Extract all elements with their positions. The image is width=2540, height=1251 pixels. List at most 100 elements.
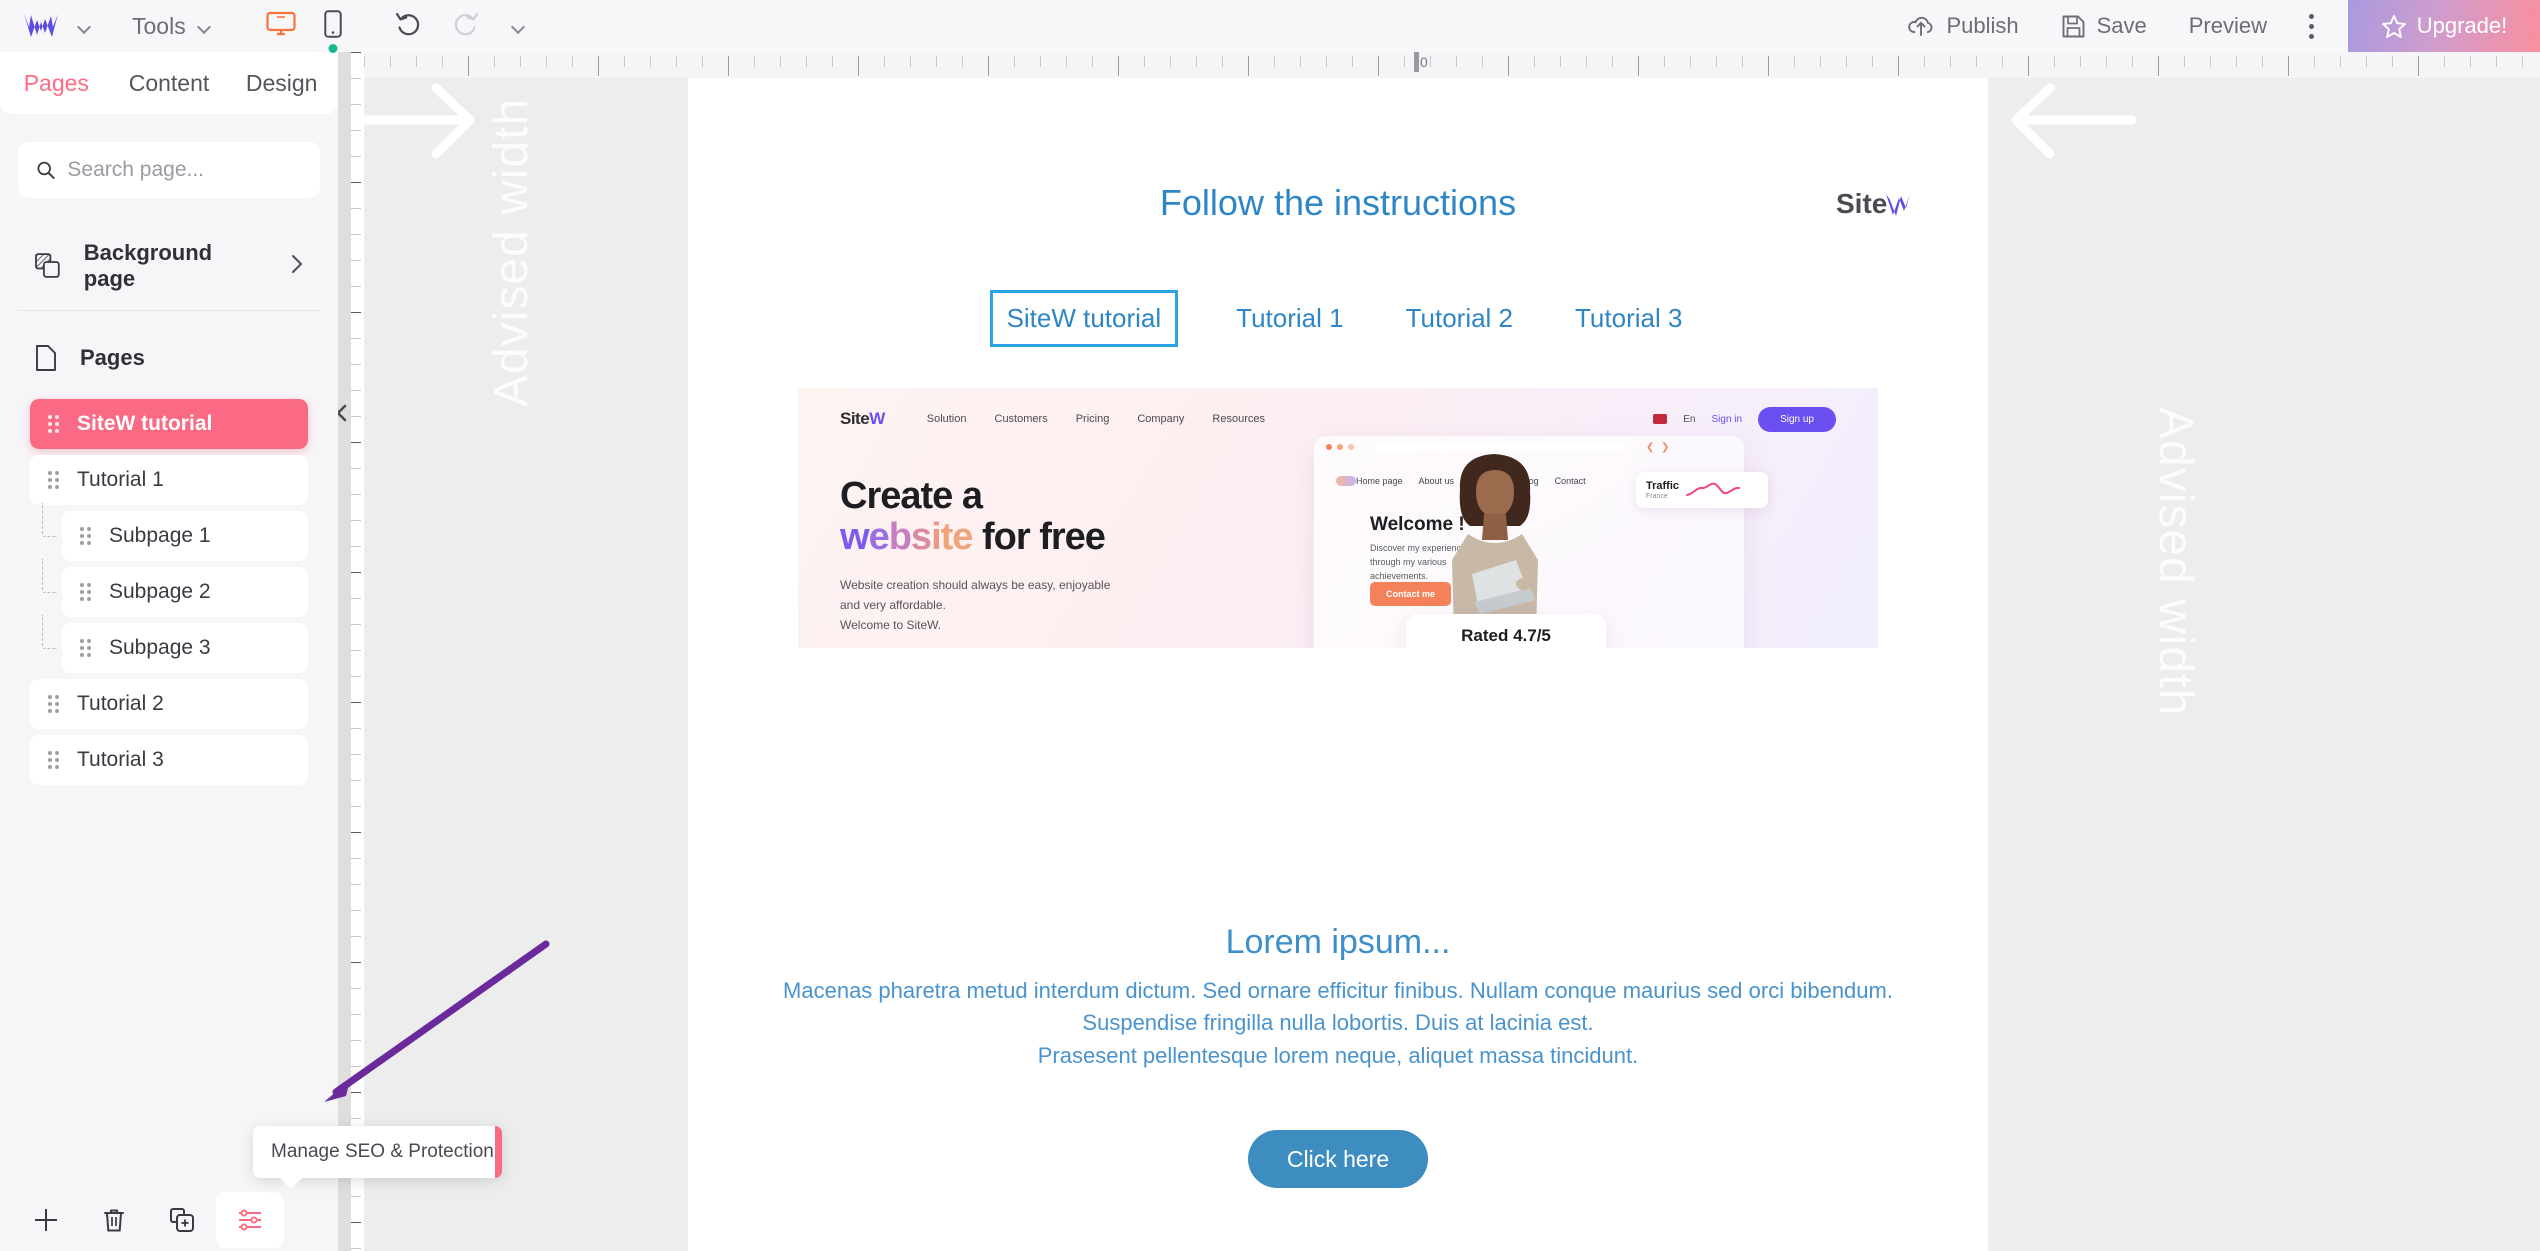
delete-page-button[interactable] bbox=[80, 1192, 148, 1248]
mock-headline-rest: for free bbox=[972, 516, 1106, 559]
arrow-right-icon bbox=[349, 83, 475, 159]
page-item-tutorial-3[interactable]: Tutorial 3 bbox=[30, 735, 308, 785]
page-tab-tutorial-1[interactable]: Tutorial 1 bbox=[1232, 295, 1347, 342]
page-title: Follow the instructions bbox=[1159, 182, 1517, 223]
mock-nav-link[interactable]: Solution bbox=[927, 413, 967, 425]
page-item-label: Subpage 1 bbox=[109, 524, 211, 547]
drag-handle-icon[interactable] bbox=[48, 415, 59, 433]
seo-tooltip: Manage SEO & Protection bbox=[253, 1126, 502, 1189]
background-page-label: Background page bbox=[83, 240, 213, 291]
search-page-box[interactable] bbox=[18, 142, 320, 198]
chevron-right-icon[interactable] bbox=[290, 253, 304, 280]
mock-inner-nav-link[interactable]: Home page bbox=[1356, 476, 1403, 486]
search-input[interactable] bbox=[67, 158, 302, 182]
page-tab-tutorial-3[interactable]: Tutorial 3 bbox=[1571, 295, 1686, 342]
mock-lang-label[interactable]: En bbox=[1683, 414, 1695, 425]
tab-design[interactable]: Design bbox=[225, 52, 339, 114]
sidebar-bottom-toolbar bbox=[0, 1189, 338, 1251]
editor-canvas: Advised width Advised width Follow the i… bbox=[338, 52, 2540, 1251]
more-vertical-icon[interactable] bbox=[2309, 13, 2314, 39]
mock-nav-link[interactable]: Company bbox=[1137, 413, 1184, 425]
page-item-subpage-1[interactable]: Subpage 1 bbox=[42, 503, 308, 561]
advised-width-right: Advised width bbox=[1988, 52, 2540, 1251]
drag-handle-icon[interactable] bbox=[80, 527, 91, 545]
layers-icon bbox=[35, 253, 60, 278]
sitew-w-logo-icon bbox=[24, 14, 58, 37]
seo-protection-button[interactable] bbox=[216, 1192, 284, 1248]
chevron-down-icon[interactable] bbox=[510, 18, 526, 34]
mock-traffic-card: Traffic France bbox=[1636, 472, 1768, 508]
sliders-icon bbox=[239, 1209, 261, 1231]
publish-label: Publish bbox=[1946, 13, 2019, 38]
hero-image[interactable]: SiteW Solution Customers Pricing Company… bbox=[798, 388, 1878, 648]
mock-signin-link[interactable]: Sign in bbox=[1712, 414, 1743, 425]
mock-navbar: SiteW Solution Customers Pricing Company… bbox=[798, 402, 1878, 436]
background-page-row[interactable]: Background page bbox=[18, 238, 320, 294]
mock-signup-button[interactable]: Sign up bbox=[1758, 406, 1836, 432]
page-item-sitew-tutorial[interactable]: SiteW tutorial bbox=[30, 399, 308, 449]
page-item-subpage-2[interactable]: Subpage 2 bbox=[42, 559, 308, 617]
mock-traffic-sub: France bbox=[1646, 492, 1668, 500]
drag-handle-icon[interactable] bbox=[80, 583, 91, 601]
drag-handle-icon[interactable] bbox=[48, 695, 59, 713]
add-page-button[interactable] bbox=[12, 1192, 80, 1248]
flag-icon bbox=[1653, 414, 1668, 424]
mock-nav-link[interactable]: Pricing bbox=[1076, 413, 1110, 425]
drag-handle-icon[interactable] bbox=[80, 639, 91, 657]
page-item-subpage-3[interactable]: Subpage 3 bbox=[42, 615, 308, 673]
page-tab-label: Tutorial 1 bbox=[1236, 303, 1344, 333]
sidebar-collapse-handle[interactable] bbox=[338, 402, 353, 424]
mock-nav-link[interactable]: Customers bbox=[995, 413, 1048, 425]
mock-headline: Create a website for free bbox=[840, 475, 1106, 559]
traffic-sparkline-icon bbox=[1686, 482, 1741, 496]
upgrade-button[interactable]: Upgrade! bbox=[2348, 0, 2540, 52]
mobile-view-button[interactable] bbox=[324, 9, 342, 53]
chevron-down-icon bbox=[76, 18, 92, 34]
sidebar-divider bbox=[18, 310, 320, 311]
duplicate-page-button[interactable] bbox=[148, 1192, 216, 1248]
drag-handle-icon[interactable] bbox=[48, 751, 59, 769]
brand-logo-button[interactable] bbox=[22, 11, 92, 41]
undo-button[interactable] bbox=[394, 11, 422, 42]
redo-arrow-icon bbox=[454, 12, 478, 35]
publish-button[interactable]: Publish bbox=[1907, 13, 2019, 39]
page-item-label: Tutorial 1 bbox=[77, 468, 164, 491]
desktop-view-button[interactable] bbox=[266, 11, 296, 42]
page-tab-label: SiteW tutorial bbox=[1006, 303, 1162, 333]
arrow-left-icon bbox=[2011, 83, 2137, 159]
vertical-scrollbar[interactable] bbox=[338, 52, 351, 1251]
sidebar-tabs: Pages Content Design bbox=[0, 52, 339, 114]
tab-pages[interactable]: Pages bbox=[0, 52, 113, 114]
horizontal-ruler[interactable] bbox=[338, 52, 2540, 78]
tools-label: Tools bbox=[132, 12, 186, 39]
save-label: Save bbox=[2096, 13, 2147, 38]
undo-arrow-icon bbox=[395, 12, 419, 35]
tools-menu-button[interactable]: Tools bbox=[132, 13, 212, 40]
mock-toggle-icon bbox=[1336, 476, 1356, 486]
page-tab-tutorial-2[interactable]: Tutorial 2 bbox=[1402, 295, 1517, 342]
tab-content-label: Content bbox=[128, 69, 210, 96]
cloud-upload-icon bbox=[1908, 16, 1933, 36]
click-here-button[interactable]: Click here bbox=[1248, 1130, 1428, 1188]
plus-icon bbox=[35, 1209, 57, 1231]
preview-button[interactable]: Preview bbox=[2189, 13, 2267, 39]
mock-nav-link[interactable]: Resources bbox=[1212, 413, 1265, 425]
drag-handle-icon[interactable] bbox=[48, 471, 59, 489]
mock-subtext-l3: Welcome to SiteW. bbox=[840, 617, 942, 632]
sitew-logo-icon: Site bbox=[1836, 186, 1928, 227]
page-item-label: Subpage 3 bbox=[109, 636, 211, 659]
redo-button[interactable] bbox=[452, 11, 480, 42]
mock-subtext-l1: Website creation should always be easy, … bbox=[840, 578, 1111, 592]
top-toolbar: Tools Publish Save Preview Upgrade! bbox=[0, 0, 2540, 53]
save-button[interactable]: Save bbox=[2061, 13, 2147, 39]
document-icon bbox=[36, 345, 56, 371]
section-title: Lorem ipsum... bbox=[1225, 923, 1451, 961]
page-item-tutorial-1[interactable]: Tutorial 1 bbox=[30, 455, 308, 505]
mock-rating-card: Rated 4.7/5 by our users based on 915 re… bbox=[1406, 614, 1606, 648]
ruler-zero-label: 0 bbox=[1420, 54, 1428, 70]
history-controls bbox=[394, 11, 526, 42]
floppy-disk-icon bbox=[2062, 15, 2085, 37]
page-tab-sitew-tutorial[interactable]: SiteW tutorial bbox=[989, 290, 1179, 347]
page-item-tutorial-2[interactable]: Tutorial 2 bbox=[30, 679, 308, 729]
tab-content[interactable]: Content bbox=[112, 52, 226, 114]
